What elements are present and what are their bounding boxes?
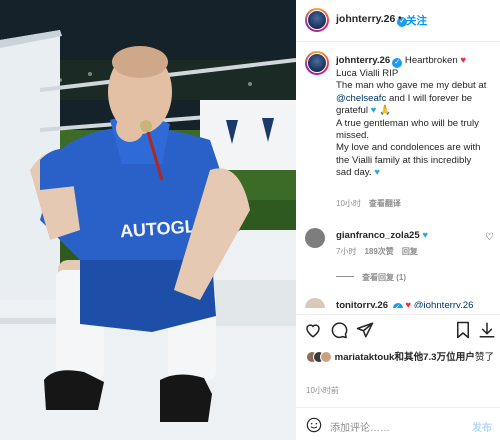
caption-line: missed. <box>336 130 370 142</box>
commenter-username[interactable]: tonitorry.26 <box>336 300 388 308</box>
post-timestamp: 10小时前 <box>306 386 339 395</box>
caption-line: My love and condolences are with <box>336 142 481 154</box>
view-replies-label[interactable]: 查看回复 (1) <box>362 273 406 282</box>
caption-line: grateful <box>336 105 368 117</box>
caption-line: A true gentleman who will be truly <box>336 117 479 129</box>
emoji-icon[interactable] <box>306 417 322 433</box>
author-avatar[interactable] <box>305 8 329 32</box>
post-caption: johnterry.26 ✓ Heartbroken ♥ Luca Vialli … <box>336 55 496 180</box>
post-header: johnterry.26 ✓ • 关注 <box>296 0 500 42</box>
likes-suffix: 赞了 <box>474 352 495 363</box>
comment-text: gianfranco_zola25 ♥ <box>336 230 428 241</box>
verified-badge-icon: ✓ <box>392 303 403 308</box>
view-replies-button[interactable]: 查看回复 (1) <box>336 272 406 283</box>
caption-age: 10小时 <box>336 199 361 208</box>
comment-text: tonitorry.26 ✓ ♥ @johnterry.26 <box>336 300 473 308</box>
caption-line: Luca Vialli RIP <box>336 68 399 79</box>
comment-likes[interactable]: 189次赞 <box>364 247 393 256</box>
post-comment-button[interactable]: 发布 <box>472 419 492 434</box>
separator-dot: • <box>398 13 402 24</box>
caption-line: The man who gave me my debut at <box>336 80 487 92</box>
comment-item: gianfranco_zola25 ♥ ♡ 7小时 189次赞 回复 查看回复 (1… <box>296 226 500 296</box>
caption-avatar[interactable] <box>305 51 329 75</box>
caption-username[interactable]: johnterry.26 <box>336 55 390 66</box>
post-actions-bar: mariataktouk和其他7.3万位用户赞了 10小时前 添加评论…… 发布 <box>296 314 500 440</box>
reply-button[interactable]: 回复 <box>402 247 418 256</box>
post-photo[interactable]: AUTOGLASS <box>0 0 296 440</box>
likes-summary[interactable]: mariataktouk和其他7.3万位用户赞了 <box>306 349 494 363</box>
comment-icon[interactable] <box>330 321 348 339</box>
liker-name[interactable]: mariataktouk和 <box>335 352 404 363</box>
post-details-panel: johnterry.26 ✓ • 关注 johnterry.26 ✓ Heartbr… <box>296 0 500 440</box>
author-username-text[interactable]: johnterry.26 <box>336 13 395 25</box>
caption-line: Heartbroken <box>404 55 458 66</box>
comments-scroll-area[interactable]: johnterry.26 ✓ Heartbroken ♥ Luca Vialli … <box>296 42 500 308</box>
commenter-username[interactable]: gianfranco_zola25 <box>336 230 420 241</box>
heart-icon[interactable] <box>304 321 322 339</box>
share-icon[interactable] <box>356 321 374 339</box>
comment-input[interactable]: 添加评论…… <box>330 419 390 434</box>
post-image: AUTOGLASS <box>0 0 296 440</box>
commenter-avatar[interactable] <box>305 298 325 308</box>
caption-line: and I will forever be <box>388 92 473 104</box>
blue-heart-emoji-icon: ♥ <box>422 230 429 241</box>
download-icon[interactable] <box>478 321 496 339</box>
blue-heart-emoji-icon: ♥ <box>374 167 380 179</box>
red-heart-emoji-icon: ♥ <box>460 55 467 66</box>
mention-link[interactable]: @johnterry.26 <box>414 300 474 308</box>
caption-line: sad day. <box>336 167 372 179</box>
caption-meta: 10小时 查看翻译 <box>336 198 401 209</box>
caption-line: the Vialli family at this incredibly <box>336 154 472 166</box>
comment-composer: 添加评论…… 发布 <box>296 407 500 440</box>
comment-item: tonitorry.26 ✓ ♥ @johnterry.26 <box>296 298 500 308</box>
blue-heart-emoji-icon: ♥ <box>370 105 377 117</box>
red-heart-emoji-icon: ♥ <box>405 300 412 308</box>
follow-button[interactable]: 关注 <box>406 13 427 28</box>
verified-badge-icon: ✓ <box>392 58 403 68</box>
commenter-avatar[interactable] <box>305 228 325 248</box>
liker-avatar <box>320 351 332 363</box>
author-username[interactable]: johnterry.26 ✓ <box>336 13 408 27</box>
comment-age: 7小时 <box>336 247 357 256</box>
mention-link[interactable]: @chelseafc <box>336 93 386 104</box>
replies-divider <box>336 276 354 277</box>
praying-hands-emoji-icon: 🙏 <box>379 105 391 117</box>
bookmark-icon[interactable] <box>454 321 472 339</box>
others-count[interactable]: 其他7.3万位用户 <box>404 352 475 363</box>
comment-meta: 7小时 189次赞 回复 <box>336 246 418 257</box>
see-translation-link[interactable]: 查看翻译 <box>369 199 401 208</box>
comment-like-heart-icon[interactable]: ♡ <box>485 232 494 243</box>
